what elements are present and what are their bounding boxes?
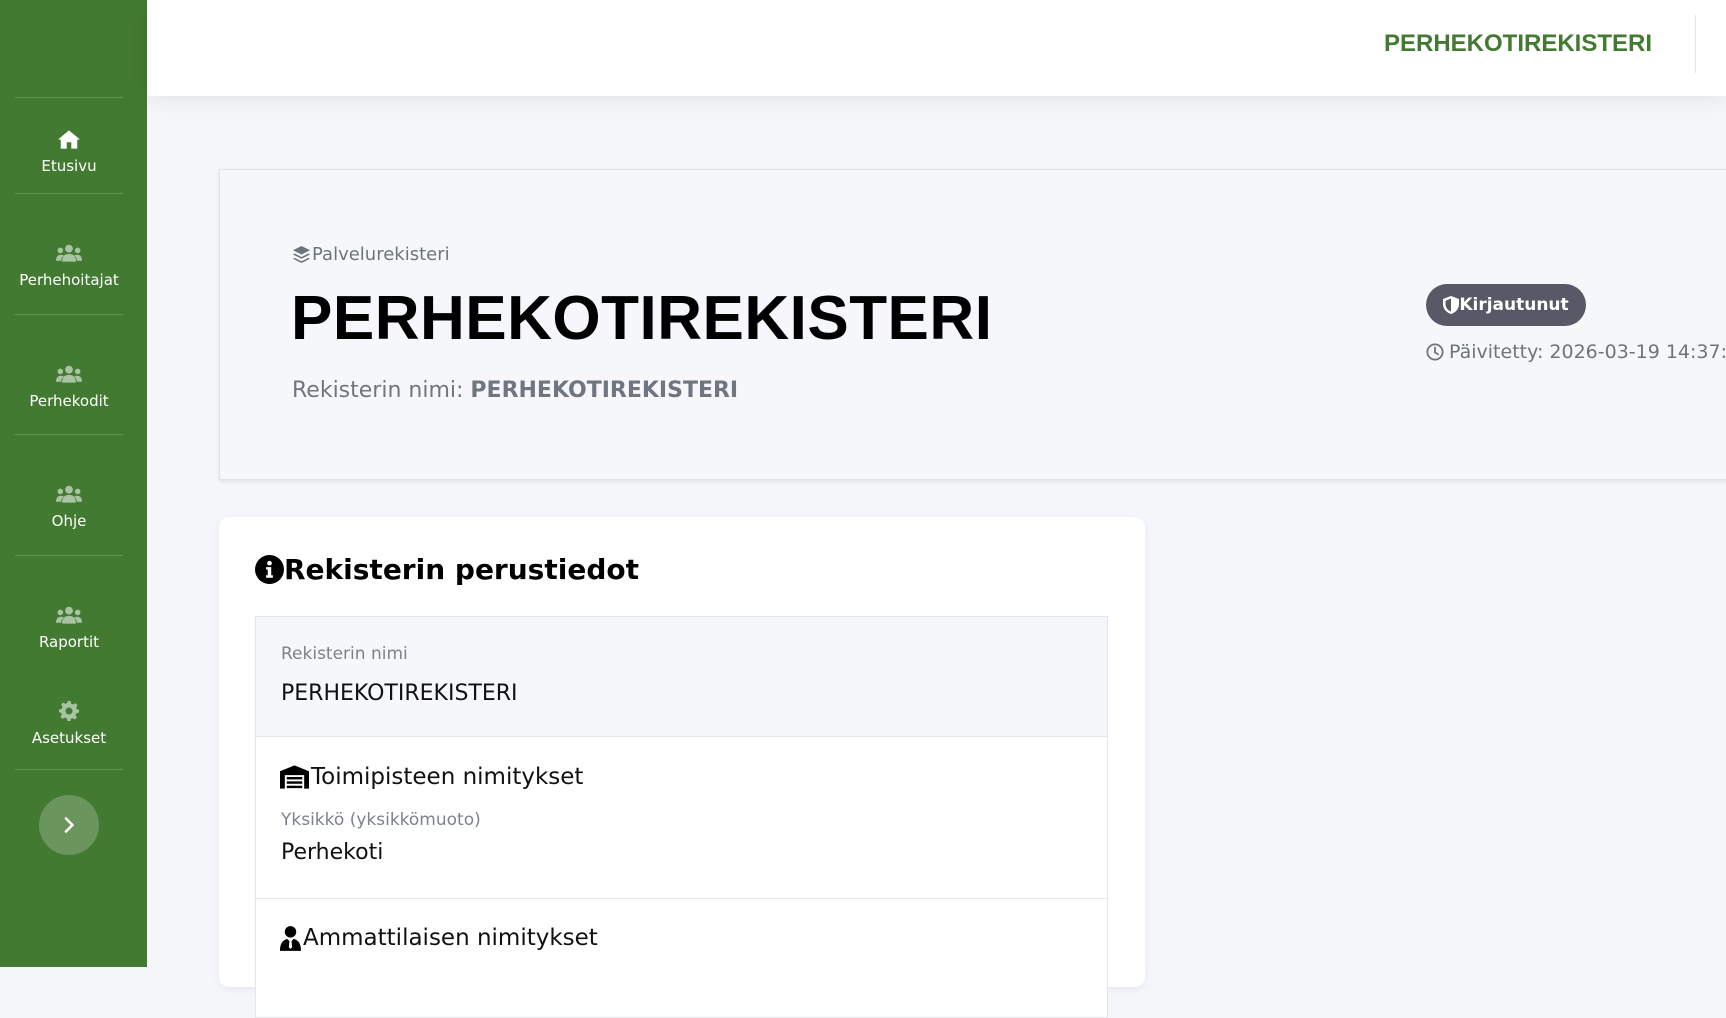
page-title: PERHEKOTIREKISTERI bbox=[291, 284, 993, 353]
clock-icon bbox=[1426, 343, 1449, 361]
card-title-label: Rekisterin perustiedot bbox=[284, 553, 639, 586]
page-header-panel: Palvelurekisteri PERHEKOTIREKISTERI Reki… bbox=[219, 169, 1726, 480]
expand-sidebar-button[interactable] bbox=[39, 795, 99, 855]
sidebar-item-label: Ohje bbox=[51, 512, 87, 530]
home-icon bbox=[58, 127, 80, 151]
sidebar-item-perhehoitajat[interactable]: Perhehoitajat bbox=[15, 230, 123, 300]
subtitle-label: Rekisterin nimi: bbox=[292, 378, 464, 403]
register-name-field: Rekisterin nimi PERHEKOTIREKISTERI bbox=[255, 616, 1108, 737]
sidebar-item-label: Asetukset bbox=[31, 729, 107, 747]
unit-names-section: Toimipisteen nimitykset Yksikkö (yksikkö… bbox=[255, 736, 1108, 899]
sidebar-item-raportit[interactable]: Raportit bbox=[15, 592, 123, 662]
section-title-label: Toimipisteen nimitykset bbox=[311, 764, 584, 790]
users-icon bbox=[56, 362, 82, 386]
sidebar-divider bbox=[15, 314, 123, 315]
field-label: Rekisterin nimi bbox=[281, 644, 408, 664]
sidebar-item-label: Raportit bbox=[38, 633, 100, 651]
breadcrumb: Palvelurekisteri bbox=[292, 244, 450, 265]
sidebar-item-label: Perhekodit bbox=[29, 392, 109, 410]
page-subtitle: Rekisterin nimi: PERHEKOTIREKISTERI bbox=[292, 378, 738, 403]
section-title-label: Ammattilaisen nimitykset bbox=[303, 925, 598, 951]
topbar-divider bbox=[1695, 15, 1696, 73]
field-value: Perhekoti bbox=[281, 840, 384, 865]
sidebar: Etusivu Perhehoitajat Perhekodit Ohje Ra… bbox=[0, 0, 147, 967]
sidebar-divider bbox=[15, 193, 123, 194]
sidebar-item-label: Perhehoitajat bbox=[19, 271, 119, 289]
sidebar-item-perhekodit[interactable]: Perhekodit bbox=[15, 351, 123, 421]
register-basic-info-card: Rekisterin perustiedot Rekisterin nimi P… bbox=[219, 517, 1145, 1018]
field-label: Yksikkö (yksikkömuoto) bbox=[281, 810, 481, 830]
section-title: Toimipisteen nimitykset bbox=[280, 764, 583, 790]
sidebar-divider bbox=[15, 434, 123, 435]
sidebar-divider bbox=[15, 769, 123, 770]
sidebar-divider bbox=[15, 555, 123, 556]
layers-icon bbox=[292, 245, 312, 264]
sidebar-item-ohje[interactable]: Ohje bbox=[15, 471, 123, 541]
status-badge-label: Kirjautunut bbox=[1459, 295, 1569, 315]
user-tie-icon bbox=[280, 925, 303, 951]
updated-timestamp: Päivitetty: 2026-03-19 14:37:25 bbox=[1426, 341, 1726, 363]
status-badge: Kirjautunut bbox=[1426, 284, 1586, 326]
sidebar-divider bbox=[15, 97, 123, 98]
users-icon bbox=[56, 241, 82, 265]
card-title: Rekisterin perustiedot bbox=[255, 553, 639, 586]
top-bar: PERHEKOTIREKISTERI bbox=[147, 0, 1726, 96]
warehouse-icon bbox=[280, 765, 311, 789]
shield-icon bbox=[1443, 296, 1460, 314]
users-icon bbox=[56, 482, 82, 506]
section-title: Ammattilaisen nimitykset bbox=[280, 925, 598, 951]
professional-names-section: Ammattilaisen nimitykset bbox=[255, 898, 1108, 1018]
sidebar-item-asetukset[interactable]: Asetukset bbox=[15, 688, 123, 758]
updated-label: Päivitetty: 2026-03-19 14:37:25 bbox=[1449, 341, 1726, 363]
info-icon bbox=[255, 555, 284, 584]
subtitle-value: PERHEKOTIREKISTERI bbox=[470, 378, 739, 403]
app-title: PERHEKOTIREKISTERI bbox=[1383, 30, 1652, 57]
sidebar-item-label: Etusivu bbox=[41, 157, 97, 175]
sidebar-item-etusivu[interactable]: Etusivu bbox=[15, 110, 123, 192]
field-value: PERHEKOTIREKISTERI bbox=[281, 681, 518, 706]
breadcrumb-label: Palvelurekisteri bbox=[312, 244, 450, 265]
gear-icon bbox=[59, 699, 79, 723]
chevron-right-icon bbox=[63, 817, 75, 833]
users-icon bbox=[56, 603, 82, 627]
